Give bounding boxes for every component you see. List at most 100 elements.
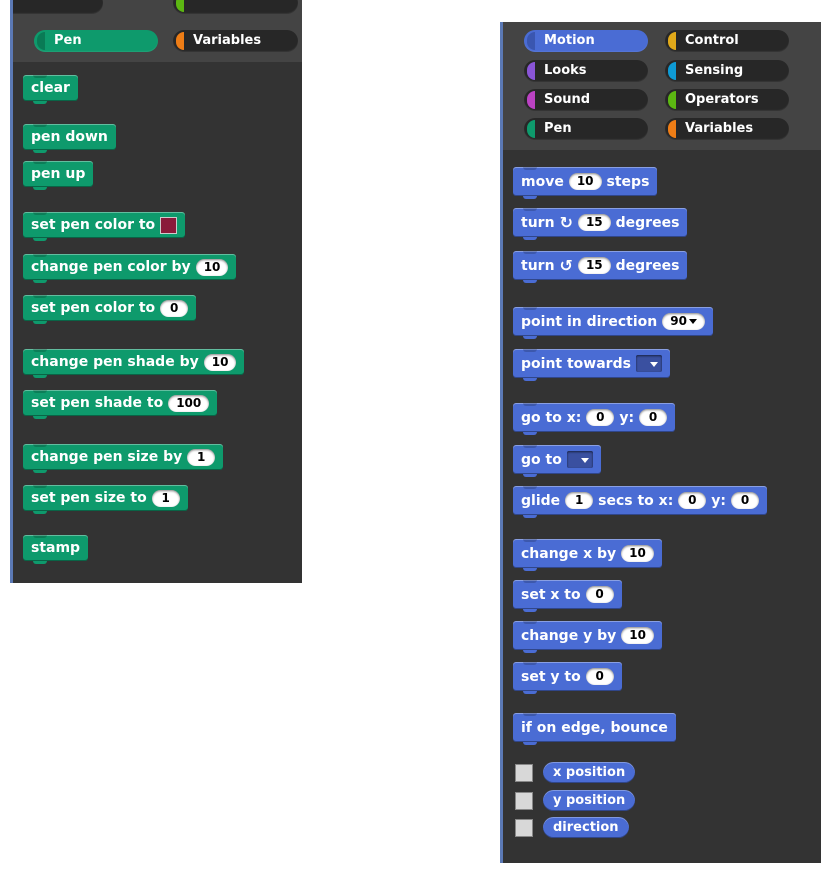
number-input[interactable]: 10: [568, 173, 602, 190]
target-dropdown[interactable]: [566, 451, 593, 468]
number-input[interactable]: 100: [168, 394, 210, 412]
block-label: if on edge, bounce: [521, 719, 668, 736]
set-y-to-block[interactable]: set y to 0: [513, 662, 622, 694]
category-label: Variables: [685, 121, 754, 136]
change-x-by-block[interactable]: change x by 10: [513, 539, 662, 571]
category-partial-left[interactable]: [13, 0, 103, 14]
if-on-edge-bounce-block[interactable]: if on edge, bounce: [513, 713, 676, 745]
category-selector: Pen Variables: [13, 0, 302, 62]
block-label: change pen shade by: [31, 354, 199, 370]
direction-dropdown-input[interactable]: 90: [662, 313, 705, 330]
block-label: change y by: [521, 627, 617, 644]
number-input[interactable]: 0: [586, 409, 615, 426]
change-pen-size-by-block[interactable]: change pen size by 1: [23, 444, 224, 473]
category-label: Motion: [544, 33, 595, 48]
category-selector: Motion Control Looks Sensing Sound Opera…: [503, 22, 821, 150]
category-color-swatch: [527, 62, 535, 80]
stamp-block[interactable]: stamp: [23, 535, 89, 564]
block-label: pen down: [31, 129, 108, 145]
block-label: point towards: [521, 355, 631, 372]
block-label: change pen color by: [31, 259, 191, 275]
category-label: Pen: [544, 121, 572, 136]
set-pen-color-to-color-block[interactable]: set pen color to: [23, 212, 186, 241]
category-partial-right[interactable]: [173, 0, 298, 14]
turn-counterclockwise-block[interactable]: turn ↺ 15 degrees: [513, 251, 688, 283]
category-pen-button[interactable]: Pen: [34, 30, 158, 52]
turn-clockwise-block[interactable]: turn ↻ 15 degrees: [513, 208, 688, 240]
block-label: set pen color to: [31, 217, 156, 233]
block-label: pen up: [31, 166, 86, 182]
category-color-swatch: [176, 32, 184, 50]
move-steps-block[interactable]: move 10 steps: [513, 167, 658, 199]
block-label: set pen shade to: [31, 395, 164, 411]
category-sensing-button[interactable]: Sensing: [665, 60, 789, 82]
number-input[interactable]: 10: [621, 627, 654, 644]
set-x-to-block[interactable]: set x to 0: [513, 580, 622, 612]
category-label: Looks: [544, 63, 587, 78]
category-operators-button[interactable]: Operators: [665, 89, 789, 111]
rotate-counterclockwise-icon: ↺: [559, 255, 573, 275]
change-pen-shade-by-block[interactable]: change pen shade by 10: [23, 349, 245, 378]
number-input[interactable]: 15: [577, 257, 611, 274]
number-input[interactable]: 0: [731, 492, 760, 509]
category-label: Sensing: [685, 63, 744, 78]
go-to-block[interactable]: go to: [513, 445, 601, 477]
point-towards-block[interactable]: point towards: [513, 349, 670, 381]
category-control-button[interactable]: Control: [665, 30, 789, 52]
category-motion-button[interactable]: Motion: [524, 30, 648, 52]
reporter-label: y position: [553, 793, 626, 808]
block-label: go to x:: [521, 409, 582, 426]
category-label: Control: [685, 33, 739, 48]
change-pen-color-by-block[interactable]: change pen color by 10: [23, 254, 237, 283]
number-input[interactable]: 1: [565, 492, 594, 509]
number-input[interactable]: 15: [577, 214, 611, 231]
block-label: y:: [711, 492, 727, 509]
set-pen-shade-to-block[interactable]: set pen shade to 100: [23, 390, 218, 419]
number-input[interactable]: 10: [203, 353, 237, 371]
target-dropdown[interactable]: [635, 355, 662, 372]
direction-reporter[interactable]: direction: [543, 817, 629, 838]
category-color-swatch: [527, 91, 535, 109]
point-in-direction-block[interactable]: point in direction 90: [513, 307, 713, 339]
category-label: Sound: [544, 92, 591, 107]
number-input[interactable]: 1: [151, 489, 180, 507]
glide-block[interactable]: glide 1 secs to x: 0 y: 0: [513, 486, 768, 518]
number-input[interactable]: 0: [585, 586, 614, 603]
number-input[interactable]: 0: [585, 668, 614, 685]
block-label: go to: [521, 451, 562, 468]
block-label: turn: [521, 257, 555, 274]
block-label: turn: [521, 214, 555, 231]
set-pen-size-to-block[interactable]: set pen size to 1: [23, 485, 188, 514]
category-variables-button[interactable]: Variables: [665, 118, 789, 140]
block-label: stamp: [31, 540, 81, 556]
category-variables-button[interactable]: Variables: [173, 30, 298, 52]
go-to-xy-block[interactable]: go to x: 0 y: 0: [513, 403, 676, 435]
pen-down-block[interactable]: pen down: [23, 124, 116, 153]
number-input[interactable]: 10: [195, 258, 229, 276]
block-label: set pen color to: [31, 300, 156, 316]
y-position-checkbox[interactable]: [515, 792, 533, 810]
clear-block[interactable]: clear: [23, 75, 78, 104]
number-input[interactable]: 0: [639, 409, 668, 426]
block-label: steps: [606, 173, 650, 190]
category-pen-button[interactable]: Pen: [524, 118, 648, 140]
category-sound-button[interactable]: Sound: [524, 89, 648, 111]
block-label: move: [521, 173, 564, 190]
x-position-checkbox[interactable]: [515, 764, 533, 782]
color-picker-slot[interactable]: [160, 216, 178, 234]
number-input[interactable]: 1: [187, 448, 216, 466]
direction-checkbox[interactable]: [515, 819, 533, 837]
category-label: Operators: [685, 92, 759, 107]
change-y-by-block[interactable]: change y by 10: [513, 621, 662, 653]
y-position-reporter[interactable]: y position: [543, 790, 636, 811]
x-position-reporter[interactable]: x position: [543, 762, 636, 783]
number-input[interactable]: 10: [621, 545, 654, 562]
number-input[interactable]: 0: [160, 299, 189, 317]
number-input[interactable]: 0: [678, 492, 707, 509]
category-looks-button[interactable]: Looks: [524, 60, 648, 82]
pen-up-block[interactable]: pen up: [23, 161, 94, 190]
set-pen-color-to-number-block[interactable]: set pen color to 0: [23, 295, 197, 324]
block-label: secs to x:: [598, 492, 674, 509]
category-color-swatch: [37, 32, 45, 50]
block-label: set y to: [521, 668, 581, 685]
